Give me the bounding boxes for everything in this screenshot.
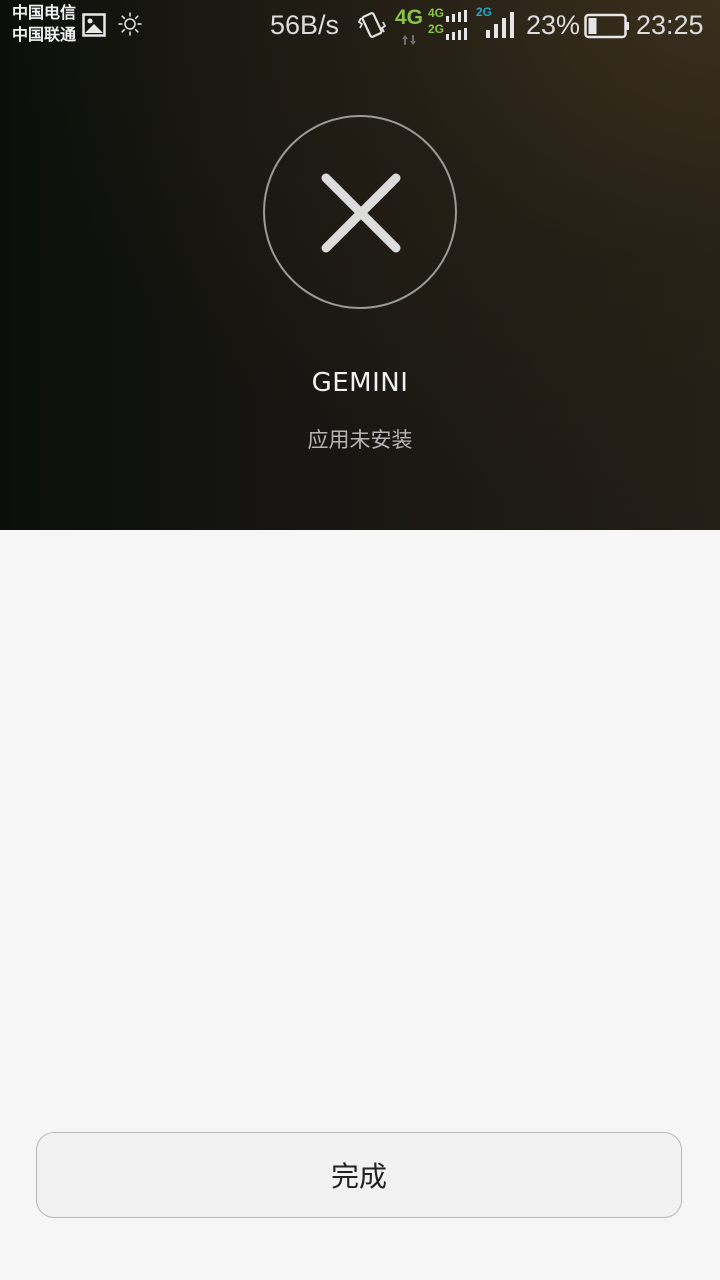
done-button[interactable]: 完成 xyxy=(36,1132,682,1218)
signal-icon xyxy=(484,10,516,42)
data-activity-icon xyxy=(402,30,416,49)
vibrate-icon xyxy=(357,10,387,44)
carrier-2-label: 中国联通 xyxy=(12,25,77,44)
sim1-label-top: 4G xyxy=(428,6,445,20)
net-speed: 56B/s xyxy=(270,10,340,40)
screen: 中国电信 中国联通 56B/s 4G 4G 2G 2G 23% 23:25 GE… xyxy=(0,0,720,1280)
signal-icon xyxy=(444,8,470,44)
carrier-labels: 中国电信 中国联通 xyxy=(12,2,76,46)
sim1-network-labels: 4G 2G xyxy=(428,5,444,37)
app-name: GEMINI xyxy=(311,368,409,398)
install-status-text: 应用未安装 xyxy=(307,428,413,452)
result-header: 中国电信 中国联通 56B/s 4G 4G 2G 2G 23% 23:25 GE… xyxy=(0,0,720,530)
sim1-label-bottom: 2G xyxy=(428,22,445,36)
clock: 23:25 xyxy=(636,10,704,40)
brightness-icon xyxy=(118,12,142,40)
carrier-1-label: 中国电信 xyxy=(12,3,77,22)
status-bar: 中国电信 中国联通 56B/s 4G 4G 2G 2G 23% 23:25 xyxy=(0,0,720,52)
network-type-label: 4G xyxy=(395,6,424,29)
close-icon xyxy=(263,115,457,309)
gallery-icon xyxy=(82,13,106,41)
battery-icon xyxy=(584,13,630,43)
battery-percent: 23% xyxy=(526,10,581,40)
